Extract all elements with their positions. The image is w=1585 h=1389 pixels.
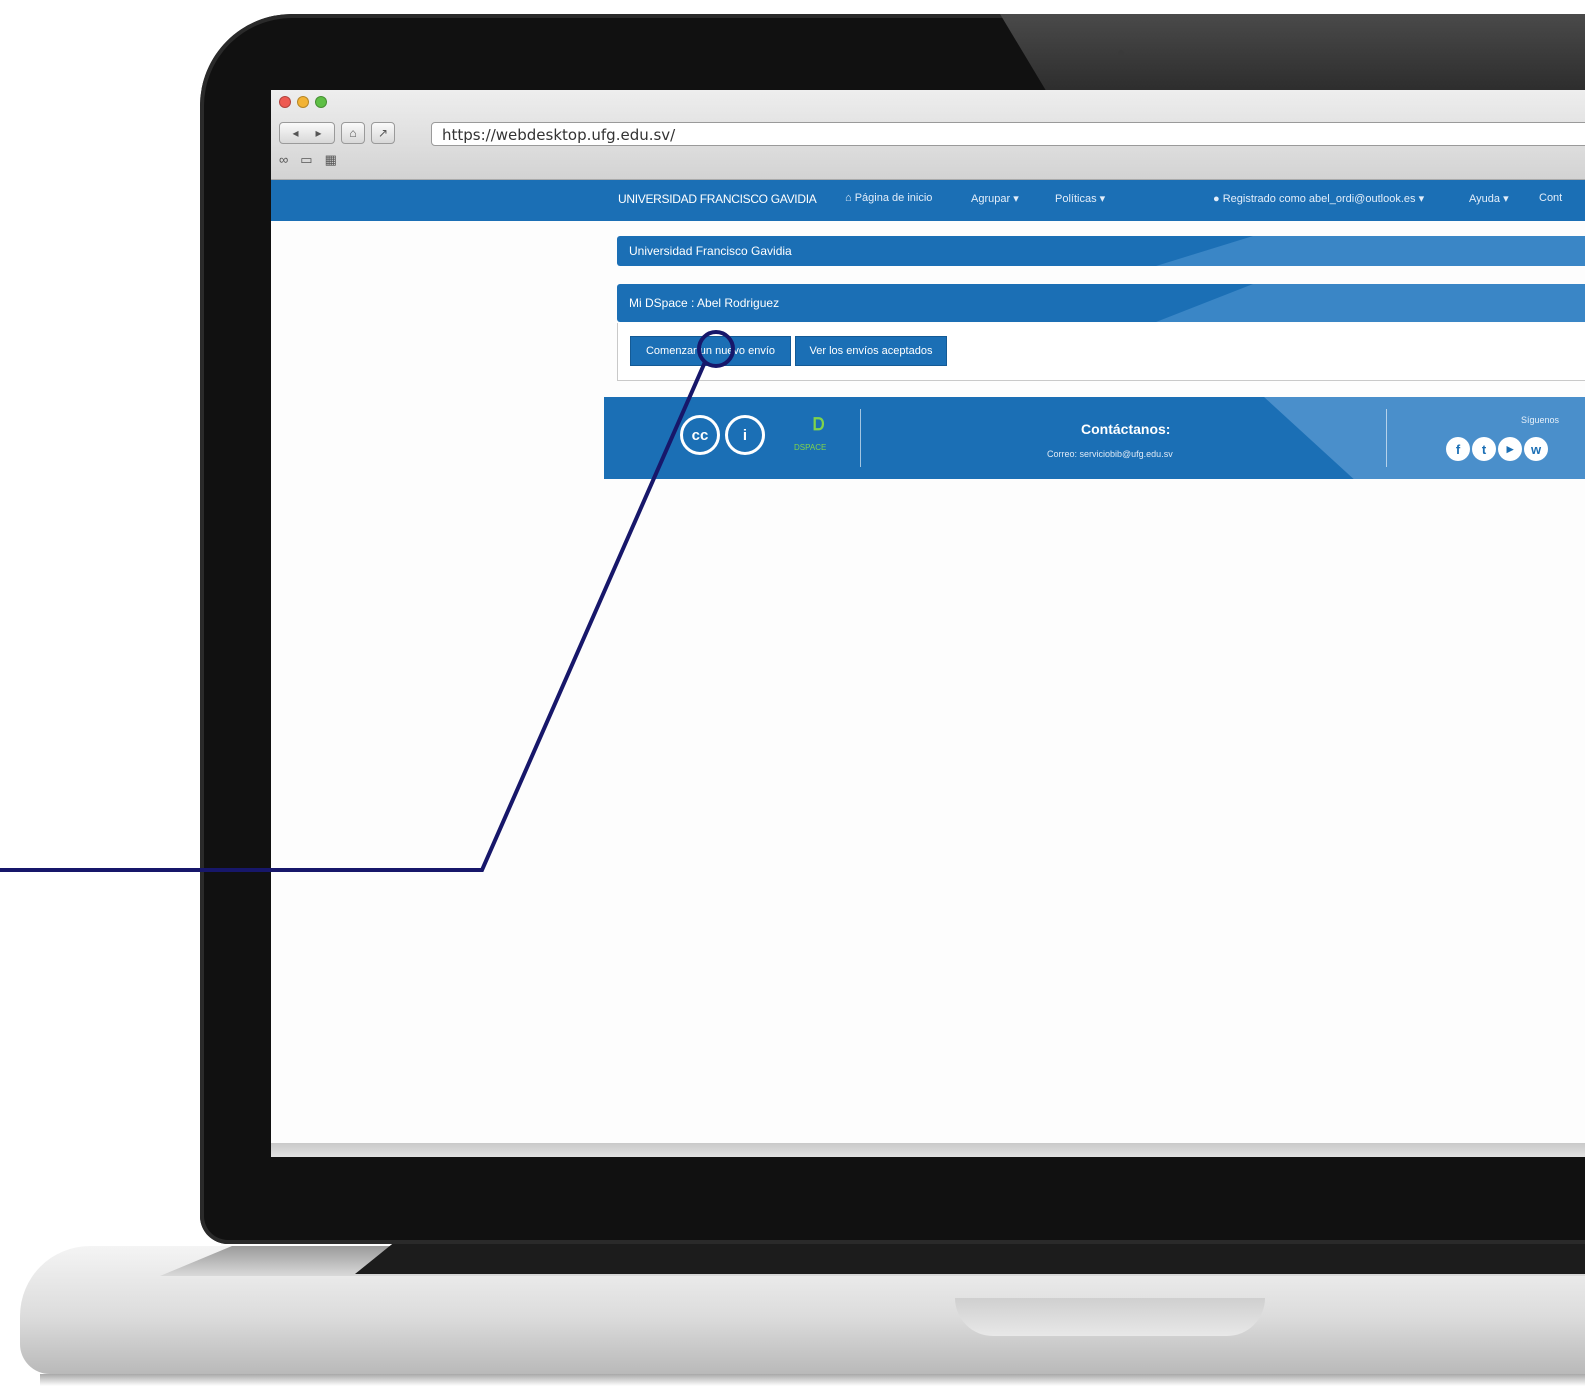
window-bottom-bar xyxy=(271,1143,1585,1157)
nav-help-label: Ayuda xyxy=(1469,193,1500,205)
twitter-icon[interactable]: t xyxy=(1472,437,1496,461)
nav-policies-label: Políticas xyxy=(1055,193,1097,205)
dspace-logo[interactable]: Ꭰ xyxy=(813,415,825,435)
nav-browse[interactable]: Agrupar ▾ xyxy=(971,192,1019,205)
browser-nav-buttons: ◂ ▸ ⌂ ↗ xyxy=(279,122,395,144)
forward-arrow-icon[interactable]: ▸ xyxy=(315,126,321,140)
nav-user-menu[interactable]: ● Registrado como abel_ordi@outlook.es ▾ xyxy=(1213,192,1424,205)
contact-email[interactable]: Correo: serviciobib@ufg.edu.sv xyxy=(1047,449,1173,459)
footer-divider xyxy=(860,409,861,467)
nav-home[interactable]: ⌂ Página de inicio xyxy=(845,192,932,204)
attribution-icon[interactable]: i xyxy=(725,415,765,455)
back-arrow-icon[interactable]: ◂ xyxy=(292,126,298,140)
base-shadow xyxy=(40,1374,1585,1386)
book-icon[interactable]: ▭ xyxy=(300,152,312,168)
keyboard-edge xyxy=(355,1244,1585,1274)
creative-commons-icon[interactable]: cc xyxy=(680,415,720,455)
nav-help[interactable]: Ayuda ▾ xyxy=(1469,192,1509,205)
share-icon: ↗ xyxy=(377,126,389,140)
minimize-window-button[interactable] xyxy=(297,96,309,108)
mydspace-heading: Mi DSpace : Abel Rodriguez xyxy=(629,296,780,310)
accepted-submissions-button[interactable]: Ver los envíos aceptados xyxy=(795,336,947,366)
site-navbar: UNIVERSIDAD FRANCISCO GAVIDIA ⌂ Página d… xyxy=(271,180,1585,221)
site-brand[interactable]: UNIVERSIDAD FRANCISCO GAVIDIA xyxy=(618,192,817,206)
home-icon: ⌂ xyxy=(845,192,852,204)
zoom-window-button[interactable] xyxy=(315,96,327,108)
home-browser-button[interactable]: ⌂ xyxy=(341,122,365,144)
whatsapp-icon[interactable]: w xyxy=(1524,437,1548,461)
lid-reflection xyxy=(1000,14,1585,94)
caret-down-icon: ▾ xyxy=(1099,193,1106,205)
nav-user-label: Registrado como abel_ordi@outlook.es xyxy=(1222,193,1416,205)
cc-label: cc xyxy=(691,426,709,444)
youtube-icon[interactable]: ▸ xyxy=(1498,437,1522,461)
mydspace-panel-heading: Mi DSpace : Abel Rodriguez xyxy=(617,284,1585,322)
laptop-screen: ◂ ▸ ⌂ ↗ https://webdesktop.ufg.edu.sv/ ∞… xyxy=(271,90,1585,1157)
breadcrumb-title[interactable]: Universidad Francisco Gavidia xyxy=(629,244,792,258)
breadcrumb-bar: Universidad Francisco Gavidia xyxy=(617,236,1585,266)
caret-down-icon: ▾ xyxy=(1503,193,1509,205)
back-forward-buttons[interactable]: ◂ ▸ xyxy=(279,122,335,144)
dspace-label: DSPACE xyxy=(794,443,827,452)
webcam xyxy=(1118,50,1124,56)
new-submission-button[interactable]: Comenzar un nuevo envío xyxy=(630,336,791,366)
grid-icon[interactable]: ▦ xyxy=(325,152,337,168)
contact-title: Contáctanos: xyxy=(1081,421,1171,437)
social-links: f t ▸ w xyxy=(1446,437,1548,461)
facebook-icon[interactable]: f xyxy=(1446,437,1470,461)
user-icon: ● xyxy=(1213,193,1220,205)
house-icon: ⌂ xyxy=(349,126,357,140)
caret-down-icon: ▾ xyxy=(1013,193,1019,205)
follow-label: Síguenos xyxy=(1521,415,1560,425)
footer-divider xyxy=(1386,409,1387,467)
nav-browse-label: Agrupar xyxy=(971,193,1011,205)
nav-home-label: Página de inicio xyxy=(854,192,933,204)
nav-contact[interactable]: Cont xyxy=(1539,192,1562,204)
lid-opening-notch xyxy=(955,1298,1265,1336)
address-bar[interactable]: https://webdesktop.ufg.edu.sv/ xyxy=(431,122,1585,146)
close-window-button[interactable] xyxy=(279,96,291,108)
browser-toolbar: ◂ ▸ ⌂ ↗ https://webdesktop.ufg.edu.sv/ ∞… xyxy=(271,90,1585,180)
share-button[interactable]: ↗ xyxy=(371,122,395,144)
window-controls xyxy=(279,96,327,108)
caret-down-icon: ▾ xyxy=(1418,193,1425,205)
bookmarks-bar: ∞ ▭ ▦ xyxy=(279,152,337,168)
site-footer: cc i Ꭰ DSPACE Contáctanos: Correo: servi… xyxy=(604,397,1585,479)
glasses-icon[interactable]: ∞ xyxy=(279,152,288,168)
nav-policies[interactable]: Políticas ▾ xyxy=(1055,192,1105,205)
